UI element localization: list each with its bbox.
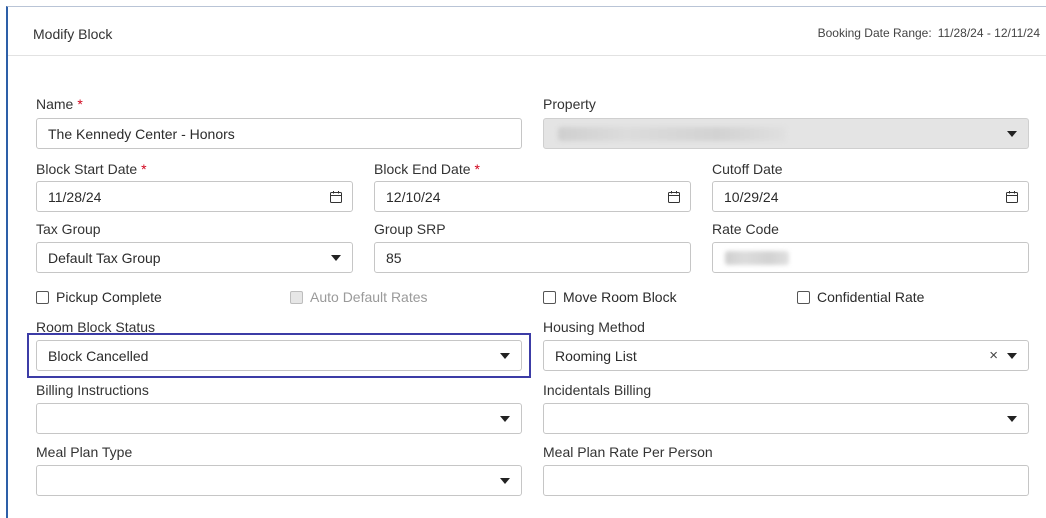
panel-header: Modify Block Booking Date Range: 11/28/24… xyxy=(8,7,1046,56)
name-label: Name * xyxy=(36,96,83,112)
property-value-redacted xyxy=(558,127,786,141)
auto-default-rates-checkbox: Auto Default Rates xyxy=(290,289,428,305)
housing-method-label: Housing Method xyxy=(543,319,645,335)
pickup-complete-checkbox[interactable]: Pickup Complete xyxy=(36,289,162,305)
rate-code-value-redacted xyxy=(725,251,789,265)
rate-code-label: Rate Code xyxy=(712,221,779,237)
housing-method-select[interactable]: Rooming List × xyxy=(543,340,1029,371)
close-icon[interactable]: × xyxy=(989,347,998,364)
name-input-value: The Kennedy Center - Honors xyxy=(48,126,235,142)
billing-instructions-select[interactable] xyxy=(36,403,522,434)
block-start-date-value: 11/28/24 xyxy=(48,189,102,205)
calendar-icon[interactable] xyxy=(667,190,681,204)
chevron-down-icon xyxy=(500,353,510,359)
meal-plan-rate-label: Meal Plan Rate Per Person xyxy=(543,444,713,460)
room-block-status-select[interactable]: Block Cancelled xyxy=(36,340,522,371)
booking-date-range-value: 11/28/24 - 12/11/24 xyxy=(937,26,1040,40)
property-label: Property xyxy=(543,96,596,112)
block-end-date-label: Block End Date * xyxy=(374,161,480,177)
calendar-icon[interactable] xyxy=(329,190,343,204)
name-input[interactable]: The Kennedy Center - Honors xyxy=(36,118,522,149)
tax-group-label: Tax Group xyxy=(36,221,101,237)
required-marker: * xyxy=(141,161,147,177)
chevron-down-icon xyxy=(1007,416,1017,422)
rate-code-input[interactable] xyxy=(712,242,1029,273)
booking-date-range-label: Booking Date Range: xyxy=(817,26,932,40)
block-start-date-label: Block Start Date * xyxy=(36,161,147,177)
housing-method-value: Rooming List xyxy=(555,348,637,364)
checkbox-box[interactable] xyxy=(36,290,49,304)
group-srp-label: Group SRP xyxy=(374,221,446,237)
chevron-down-icon xyxy=(500,416,510,422)
block-end-date-input[interactable]: 12/10/24 xyxy=(374,181,691,212)
checkbox-box xyxy=(290,290,303,304)
cutoff-date-value: 10/29/24 xyxy=(724,189,779,205)
panel-title: Modify Block xyxy=(33,26,113,42)
required-marker: * xyxy=(474,161,480,177)
chevron-down-icon xyxy=(1007,353,1017,359)
chevron-down-icon xyxy=(500,478,510,484)
tax-group-select[interactable]: Default Tax Group xyxy=(36,242,353,273)
cutoff-date-label: Cutoff Date xyxy=(712,161,783,177)
incidentals-billing-label: Incidentals Billing xyxy=(543,382,652,398)
required-marker: * xyxy=(77,96,83,112)
move-room-block-checkbox[interactable]: Move Room Block xyxy=(543,289,677,305)
property-select[interactable] xyxy=(543,118,1029,149)
meal-plan-rate-input[interactable] xyxy=(543,465,1029,496)
calendar-icon[interactable] xyxy=(1005,190,1019,204)
room-block-status-value: Block Cancelled xyxy=(48,348,149,364)
incidentals-billing-select[interactable] xyxy=(543,403,1029,434)
chevron-down-icon xyxy=(1007,131,1017,137)
checkbox-box[interactable] xyxy=(797,290,810,304)
block-end-date-value: 12/10/24 xyxy=(386,189,441,205)
pickup-complete-label: Pickup Complete xyxy=(56,289,162,305)
booking-date-range: Booking Date Range: 11/28/24 - 12/11/24 xyxy=(818,26,1040,40)
meal-plan-type-select[interactable] xyxy=(36,465,522,496)
meal-plan-type-label: Meal Plan Type xyxy=(36,444,133,460)
confidential-rate-label: Confidential Rate xyxy=(817,289,925,305)
cutoff-date-input[interactable]: 10/29/24 xyxy=(712,181,1029,212)
tax-group-value: Default Tax Group xyxy=(48,250,161,266)
move-room-block-label: Move Room Block xyxy=(563,289,677,305)
group-srp-value: 85 xyxy=(386,250,402,266)
billing-instructions-label: Billing Instructions xyxy=(36,382,149,398)
checkbox-box[interactable] xyxy=(543,290,556,304)
auto-default-rates-label: Auto Default Rates xyxy=(310,289,428,305)
group-srp-input[interactable]: 85 xyxy=(374,242,691,273)
chevron-down-icon xyxy=(331,255,341,261)
confidential-rate-checkbox[interactable]: Confidential Rate xyxy=(797,289,924,305)
block-start-date-input[interactable]: 11/28/24 xyxy=(36,181,353,212)
